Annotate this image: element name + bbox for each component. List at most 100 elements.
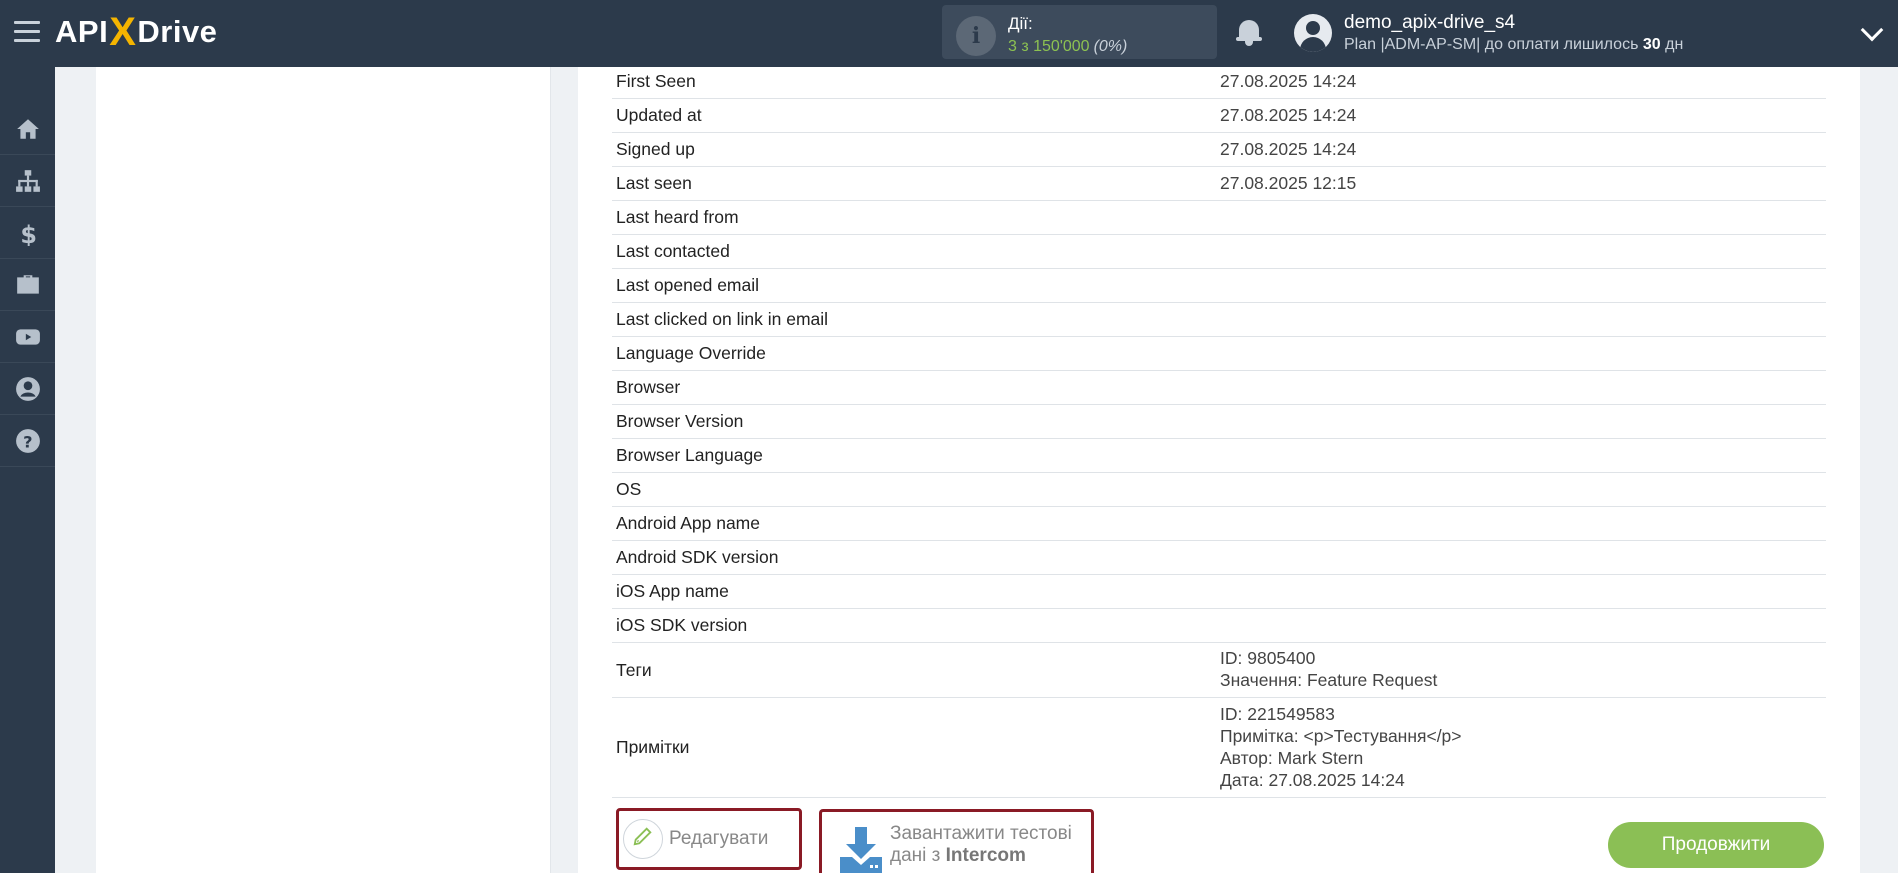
logo-x: X [109,9,137,54]
notes-line: ID: 221549583 [1220,704,1335,724]
tags-label: Теги [616,660,652,680]
table-row: iOS SDK version [612,609,1826,643]
row-key: Android App name [616,513,760,533]
table-row: Last contacted [612,235,1826,269]
load-button-service: Intercom [945,845,1026,866]
row-key: Last opened email [616,275,760,295]
notes-line: Примітка: <p>Тестування</p> [1220,726,1462,746]
svg-text:?: ? [23,432,32,451]
left-panel [96,67,551,873]
load-button-line2: дані з Intercom [890,845,1026,867]
tags-row: Теги ID: 9805400 Значення: Feature Reque… [612,642,1826,698]
sidebar-item-video[interactable] [0,311,55,363]
row-value: 27.08.2025 12:15 [1220,173,1357,193]
plan-suffix: дн [1660,36,1684,53]
row-key: Last heard from [616,207,739,227]
row-key: Signed up [616,139,695,159]
notes-line: Автор: Mark Stern [1220,748,1364,768]
row-key: Language Override [616,343,766,363]
plan-info: Plan |ADM-AP-SM| до оплати лишилось 30 д… [1344,36,1683,54]
plan-days: 30 [1642,36,1661,53]
table-row: Android App name [612,507,1826,541]
row-key: OS [616,479,642,499]
continue-button[interactable]: Продовжити [1608,822,1824,868]
logo-drive: Drive [137,14,218,49]
notes-line: Дата: 27.08.2025 14:24 [1220,770,1405,790]
table-row: Last clicked on link in email [612,303,1826,337]
row-key: Browser Language [616,445,763,465]
tags-value: ID: 9805400 Значення: Feature Request [1220,647,1437,691]
logo-api: API [55,14,109,49]
sidebar-item-help[interactable]: ? [0,415,55,467]
sitemap-icon [15,169,40,192]
top-bar: APIXDrive Дії: 3 з 150'000(0%) demo_apix… [0,0,1898,67]
username[interactable]: demo_apix-drive_s4 [1344,12,1515,34]
sidebar: $ ? [0,67,55,873]
sidebar-item-connections[interactable] [0,155,55,207]
tags-line: ID: 9805400 [1220,648,1316,668]
row-value: 27.08.2025 14:24 [1220,71,1357,91]
row-key: Last contacted [616,241,730,261]
row-key: Last clicked on link in email [616,309,829,329]
youtube-icon [15,328,40,345]
edit-button[interactable]: Редагувати [616,808,802,870]
table-row: iOS App name [612,575,1826,609]
edit-button-label: Редагувати [669,828,769,849]
row-key: Updated at [616,105,702,125]
table-row: Last opened email [612,269,1826,303]
actions-label: Дії: [1008,14,1033,33]
sidebar-item-home[interactable] [0,103,55,155]
main-panel: First Seen 27.08.2025 14:24 Updated at 27.0… [578,67,1860,873]
table-row: Last heard from [612,201,1826,235]
row-key: Browser Version [616,411,744,431]
data-table: First Seen 27.08.2025 14:24 Updated at 27.0… [612,65,1826,643]
info-icon [956,16,996,56]
plan-prefix: Plan |ADM-AP-SM| до оплати лишилось [1344,36,1643,53]
table-row: Updated at 27.08.2025 14:24 [612,99,1826,133]
table-row: OS [612,473,1826,507]
row-key: First Seen [616,71,696,91]
load-test-data-button[interactable]: Завантажити тестові дані з Intercom [819,809,1094,873]
pencil-icon [633,827,652,846]
row-key: Last seen [616,173,692,193]
actions-percent: (0%) [1093,38,1128,55]
table-row: Language Override [612,337,1826,371]
load-button-prefix: дані з [890,845,946,866]
table-row: First Seen 27.08.2025 14:24 [612,65,1826,99]
table-row: Browser Language [612,439,1826,473]
load-button-line1: Завантажити тестові [890,823,1072,844]
sidebar-item-services[interactable] [0,259,55,311]
actions-count: 3 з 150'000 [1008,38,1090,55]
actions-value: 3 з 150'000 (0%) [1008,38,1127,56]
chevron-down-icon[interactable] [1860,18,1884,42]
notes-label: Примітки [616,737,690,757]
row-key: iOS SDK version [616,615,748,635]
table-row: Signed up 27.08.2025 14:24 [612,133,1826,167]
user-icon [15,376,40,401]
svg-text:$: $ [20,220,37,245]
actions-counter[interactable]: Дії: 3 з 150'000(0%) [942,5,1217,59]
briefcase-icon [16,274,39,294]
avatar[interactable] [1294,14,1332,52]
table-row: Browser Version [612,405,1826,439]
row-key: Android SDK version [616,547,779,567]
home-icon [16,118,39,139]
download-icon [840,827,882,873]
dollar-icon: $ [20,220,37,245]
row-key: iOS App name [616,581,729,601]
sidebar-item-billing[interactable]: $ [0,207,55,259]
row-value: 27.08.2025 14:24 [1220,139,1357,159]
notes-row: Примітки ID: 221549583 Примітка: <p>Тест… [612,698,1826,798]
table-row: Browser [612,371,1826,405]
menu-icon[interactable] [14,21,40,43]
bell-icon[interactable] [1236,18,1262,46]
sidebar-item-profile[interactable] [0,363,55,415]
tags-line: Значення: Feature Request [1220,670,1438,690]
table-row: Last seen 27.08.2025 12:15 [612,167,1826,201]
help-icon: ? [15,428,40,453]
logo[interactable]: API X Drive [55,10,217,54]
table-row: Android SDK version [612,541,1826,575]
notes-value: ID: 221549583 Примітка: <p>Тестування</p… [1220,703,1462,791]
row-value: 27.08.2025 14:24 [1220,105,1357,125]
row-key: Browser [616,377,681,397]
